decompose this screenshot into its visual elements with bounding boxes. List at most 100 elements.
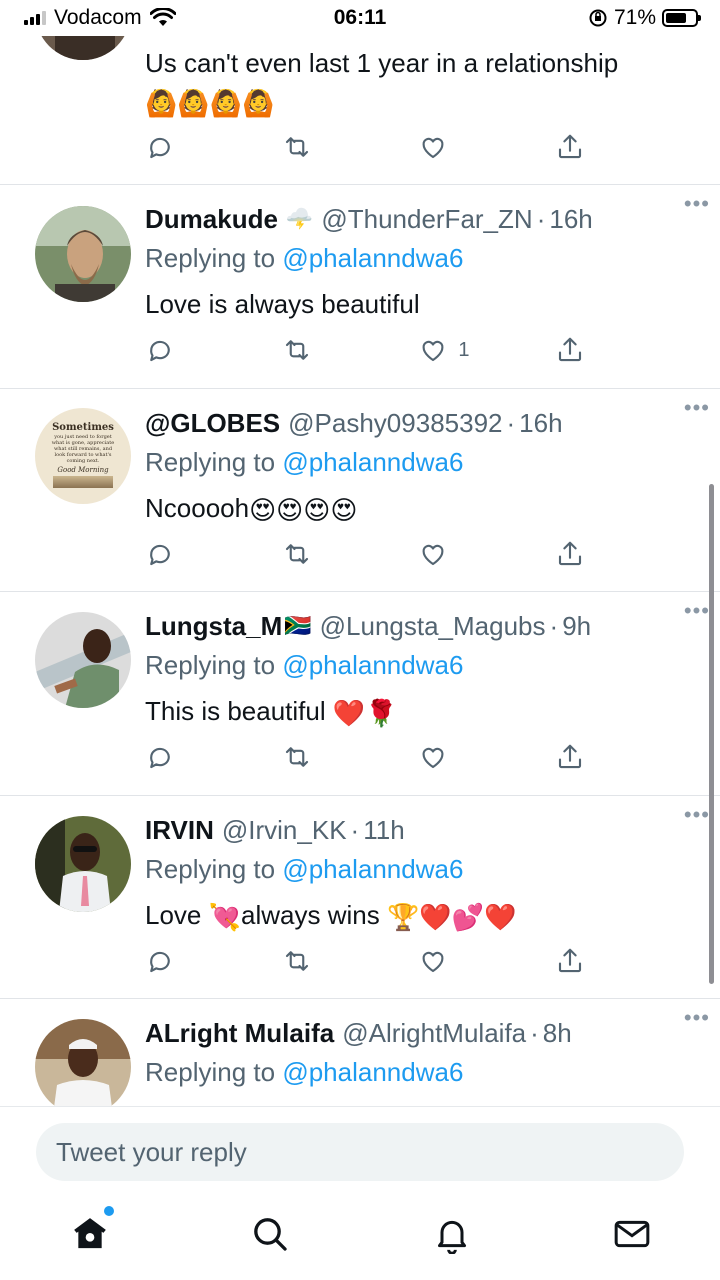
tweet-header: @GLOBES @Pashy09385392 · 16h xyxy=(145,405,690,441)
handle[interactable]: @Irvin_KK xyxy=(222,815,347,846)
share-icon xyxy=(558,337,582,362)
tweet-reply-input[interactable]: Tweet your reply xyxy=(36,1123,684,1181)
reply-button[interactable] xyxy=(145,335,205,365)
share-button[interactable] xyxy=(555,539,615,569)
tweet-item[interactable]: Lungsta_M 🇿🇦 @Lungsta_Magubs · 9h Replyi… xyxy=(0,592,720,796)
share-button[interactable] xyxy=(555,742,615,772)
reply-button[interactable] xyxy=(145,742,205,772)
reply-button[interactable] xyxy=(145,946,205,976)
mention-link[interactable]: @phalanndwa6 xyxy=(282,650,463,680)
display-name[interactable]: Dumakude xyxy=(145,204,278,235)
emoji-row: 😍😍😍😍 xyxy=(249,495,358,526)
retweet-button[interactable] xyxy=(282,946,342,976)
mention-link[interactable]: @phalanndwa6 xyxy=(282,243,463,273)
more-options-button[interactable]: ••• xyxy=(684,802,710,828)
reply-button[interactable] xyxy=(145,132,205,162)
like-button[interactable] xyxy=(418,742,478,772)
reply-icon xyxy=(150,544,170,566)
share-button[interactable] xyxy=(555,946,615,976)
wifi-icon xyxy=(149,8,176,26)
tweet-emoji-line: 🙆🙆🙆🙆 xyxy=(145,84,690,120)
mention-link[interactable]: @phalanndwa6 xyxy=(282,447,463,477)
display-name[interactable]: IRVIN xyxy=(145,815,214,846)
bottom-tab-bar xyxy=(0,1190,720,1280)
replying-to: Replying to @phalanndwa6 xyxy=(145,447,690,483)
more-options-button[interactable]: ••• xyxy=(684,598,710,624)
tweet-text: Ncooooh😍😍😍😍 xyxy=(145,493,358,526)
like-button[interactable] xyxy=(418,132,478,162)
tab-home[interactable] xyxy=(70,1206,114,1254)
replying-to: Replying to @phalanndwa6 xyxy=(145,1057,690,1093)
avatar-quote-footer: Good Morning xyxy=(57,466,109,474)
more-options-button[interactable]: ••• xyxy=(684,191,710,217)
separator-dot: · xyxy=(549,610,559,641)
notification-dot xyxy=(104,1206,114,1216)
mention-link[interactable]: @phalanndwa6 xyxy=(282,854,463,884)
timestamp: 9h xyxy=(562,610,592,641)
handle[interactable]: @Pashy09385392 xyxy=(288,408,502,439)
more-options-button[interactable]: ••• xyxy=(684,395,710,421)
display-name[interactable]: Lungsta_M xyxy=(145,611,282,642)
emoji-row: 🙆🙆🙆🙆 xyxy=(145,88,275,119)
share-button[interactable] xyxy=(555,335,615,365)
tab-search[interactable] xyxy=(250,1214,290,1254)
like-button[interactable] xyxy=(418,539,478,569)
handle[interactable]: @Lungsta_Magubs xyxy=(320,611,546,642)
like-count: 1 xyxy=(458,338,470,361)
tab-notifications[interactable] xyxy=(432,1214,472,1255)
emoji-cupid: 💘 xyxy=(208,902,241,933)
battery-percent: 71% xyxy=(613,6,656,29)
more-options-button[interactable]: ••• xyxy=(684,1005,710,1031)
reply-feed[interactable]: Us can't even last 1 year in a relations… xyxy=(0,0,720,1106)
display-name[interactable]: @GLOBES xyxy=(145,408,280,439)
tab-messages[interactable] xyxy=(612,1214,652,1254)
reply-icon xyxy=(150,747,170,769)
reply-button[interactable] xyxy=(145,539,205,569)
like-button[interactable]: 1 xyxy=(418,335,478,365)
tweet-item[interactable]: Sometimes you just need to forget what i… xyxy=(0,389,720,592)
tweet-item[interactable]: IRVIN @Irvin_KK · 11h Replying to @phala… xyxy=(0,796,720,999)
like-button[interactable] xyxy=(418,946,478,976)
separator-dot: · xyxy=(530,1017,539,1048)
avatar[interactable] xyxy=(35,612,131,708)
display-name[interactable]: ALright Mulaifa xyxy=(145,1018,334,1049)
reply-placeholder: Tweet your reply xyxy=(56,1136,247,1167)
scrollbar[interactable] xyxy=(709,484,714,984)
avatar-quote: Sometimes you just need to forget what i… xyxy=(35,408,131,504)
handle[interactable]: @AlrightMulaifa xyxy=(342,1018,526,1049)
tweet-actions xyxy=(145,130,615,164)
tweet-item[interactable]: Dumakude 🌩️ @ThunderFar_ZN · 16h Replyin… xyxy=(0,185,720,389)
tweet-actions xyxy=(145,740,615,774)
status-right: 71% xyxy=(588,6,701,30)
tweet-actions xyxy=(145,537,615,571)
tweet-item[interactable]: ALright Mulaifa @AlrightMulaifa · 8h Rep… xyxy=(0,999,720,1106)
share-button[interactable] xyxy=(555,132,615,162)
retweet-button[interactable] xyxy=(282,539,342,569)
timestamp: 16h xyxy=(549,203,593,234)
separator-dot: · xyxy=(536,203,546,234)
retweet-button[interactable] xyxy=(282,335,342,365)
timestamp: 11h xyxy=(363,814,405,845)
heart-icon xyxy=(422,544,444,566)
tweet-body: Dumakude 🌩️ @ThunderFar_ZN · 16h Replyin… xyxy=(145,201,690,321)
tweet-text: Love 💘always wins 🏆❤️💕❤️ xyxy=(145,900,517,933)
tweet-text: Us can't even last 1 year in a relations… xyxy=(145,48,619,78)
avatar[interactable] xyxy=(35,206,131,302)
tweet-body: Lungsta_M 🇿🇦 @Lungsta_Magubs · 9h Replyi… xyxy=(145,608,690,730)
handle[interactable]: @ThunderFar_ZN xyxy=(321,204,532,235)
mention-link[interactable]: @phalanndwa6 xyxy=(282,1057,463,1087)
emoji-row: 🏆❤️💕❤️ xyxy=(386,902,517,933)
flag-emoji: 🇿🇦 xyxy=(284,613,312,638)
retweet-button[interactable] xyxy=(282,132,342,162)
reply-icon xyxy=(150,137,170,159)
replying-to: Replying to @phalanndwa6 xyxy=(145,243,690,279)
avatar[interactable] xyxy=(35,816,131,912)
retweet-button[interactable] xyxy=(282,742,342,772)
avatar[interactable] xyxy=(35,1019,131,1106)
avatar[interactable]: Sometimes you just need to forget what i… xyxy=(35,408,131,504)
orientation-lock-icon xyxy=(589,9,607,27)
tweet-header: IRVIN @Irvin_KK · 11h xyxy=(145,812,690,848)
share-icon xyxy=(558,134,582,159)
home-icon xyxy=(74,1218,106,1249)
emoji-row: ❤️🌹 xyxy=(332,698,398,729)
